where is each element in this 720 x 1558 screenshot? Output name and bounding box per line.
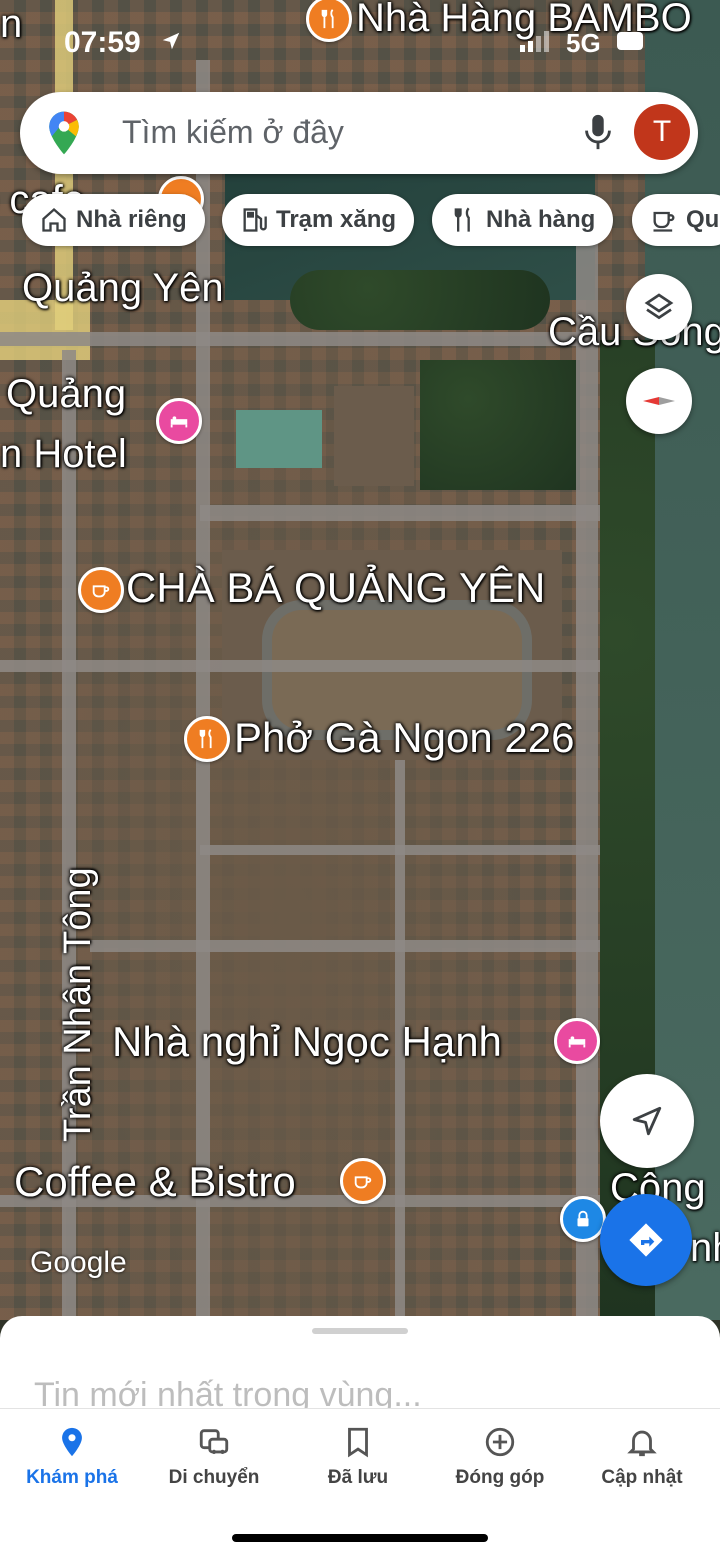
google-watermark: Google bbox=[30, 1246, 127, 1279]
cafe-pin-icon[interactable] bbox=[78, 567, 124, 613]
explore-pin-icon bbox=[62, 1427, 82, 1457]
road bbox=[576, 240, 598, 1320]
chip-label: Nhà riêng bbox=[76, 206, 187, 233]
avatar[interactable]: T bbox=[634, 104, 690, 160]
lock-pin-icon[interactable] bbox=[560, 1196, 606, 1242]
map-label-road-tran-nhan-tong: Trần Nhân Tông bbox=[57, 867, 99, 1142]
map-label-pho-ga: Phở Gà Ngon 226 bbox=[234, 714, 575, 761]
map-label-hotel-line2: n Hotel bbox=[0, 432, 127, 476]
hotel-pin-icon[interactable] bbox=[554, 1018, 600, 1064]
park-trees bbox=[420, 360, 580, 490]
hotel-pin-icon[interactable] bbox=[156, 398, 202, 444]
compass-button[interactable] bbox=[626, 368, 692, 434]
tree-area bbox=[290, 270, 550, 330]
road bbox=[0, 332, 600, 346]
my-location-button[interactable] bbox=[600, 1074, 694, 1168]
compass-icon bbox=[643, 397, 675, 405]
status-bar: 07:59 5G bbox=[0, 20, 720, 64]
nav-label: Đóng góp bbox=[455, 1467, 545, 1488]
network-type: 5G bbox=[566, 28, 601, 58]
mic-icon[interactable] bbox=[580, 112, 616, 152]
chip-cafe[interactable]: Qu bbox=[632, 194, 720, 246]
chip-gas-station[interactable]: Trạm xăng bbox=[222, 194, 415, 246]
nav-label: Khám phá bbox=[26, 1467, 118, 1488]
chip-home[interactable]: Nhà riêng bbox=[22, 194, 205, 246]
nav-contribute[interactable]: Đóng góp bbox=[428, 1425, 572, 1489]
court bbox=[334, 386, 414, 486]
add-circle-icon bbox=[485, 1427, 515, 1457]
restaurant-icon bbox=[454, 207, 470, 232]
home-icon bbox=[42, 207, 66, 232]
nav-commute[interactable]: Di chuyển bbox=[142, 1425, 286, 1489]
directions-button[interactable] bbox=[600, 1194, 692, 1286]
home-indicator[interactable] bbox=[232, 1534, 488, 1542]
map-label-nha-nghi: Nhà nghỉ Ngọc Hạnh bbox=[112, 1018, 502, 1065]
nav-updates[interactable]: Cập nhật bbox=[570, 1425, 714, 1489]
nav-label: Cập nhật bbox=[601, 1467, 683, 1488]
map-label-cha-ba: CHÀ BÁ QUẢNG YÊN bbox=[126, 564, 546, 611]
category-chips: Nhà riêng Trạm xăng Nhà hàng Qu bbox=[0, 194, 720, 248]
chip-restaurant[interactable]: Nhà hàng bbox=[432, 194, 614, 246]
map-label-coffee-bistro: Coffee & Bistro bbox=[14, 1158, 296, 1205]
layers-icon bbox=[644, 293, 674, 320]
cafe-icon bbox=[653, 211, 675, 232]
map-label-hotel-line1: Quảng bbox=[6, 372, 127, 416]
nav-explore[interactable]: Khám phá bbox=[0, 1425, 144, 1489]
directions-icon bbox=[629, 1223, 663, 1257]
google-maps-logo-icon bbox=[49, 111, 79, 155]
search-bar[interactable]: Tìm kiếm ở đây T bbox=[20, 92, 698, 174]
bottom-sheet[interactable]: Tin mới nhất trong vùng... bbox=[0, 1316, 720, 1416]
nav-label: Di chuyển bbox=[168, 1467, 260, 1488]
signal-icon bbox=[520, 31, 549, 52]
cafe-pin-icon[interactable] bbox=[340, 1158, 386, 1204]
battery-icon bbox=[617, 32, 643, 50]
chip-label: Nhà hàng bbox=[486, 206, 596, 233]
gas-station-icon bbox=[243, 208, 267, 232]
map-label-cong-fragment-2: nh bbox=[690, 1226, 720, 1270]
road bbox=[90, 940, 600, 952]
road bbox=[200, 505, 600, 521]
sheet-drag-handle[interactable] bbox=[312, 1328, 408, 1334]
chip-label: Qu bbox=[686, 206, 720, 233]
chip-label: Trạm xăng bbox=[276, 206, 397, 233]
layers-button[interactable] bbox=[626, 274, 692, 340]
nav-label: Đã lưu bbox=[327, 1467, 389, 1488]
bookmark-icon bbox=[348, 1427, 368, 1458]
bell-icon bbox=[627, 1430, 657, 1457]
road bbox=[196, 60, 210, 1320]
search-placeholder[interactable]: Tìm kiếm ở đây bbox=[122, 114, 344, 151]
building-roof bbox=[236, 410, 322, 468]
location-arrow-icon bbox=[162, 32, 180, 50]
restaurant-pin-icon[interactable] bbox=[184, 716, 230, 762]
road bbox=[0, 660, 600, 672]
navigation-arrow-icon bbox=[632, 1106, 662, 1136]
map-label-quang-yen: Quảng Yên bbox=[22, 266, 224, 310]
status-time: 07:59 bbox=[64, 26, 141, 59]
nav-saved[interactable]: Đã lưu bbox=[286, 1425, 430, 1489]
commute-icon bbox=[199, 1429, 229, 1455]
